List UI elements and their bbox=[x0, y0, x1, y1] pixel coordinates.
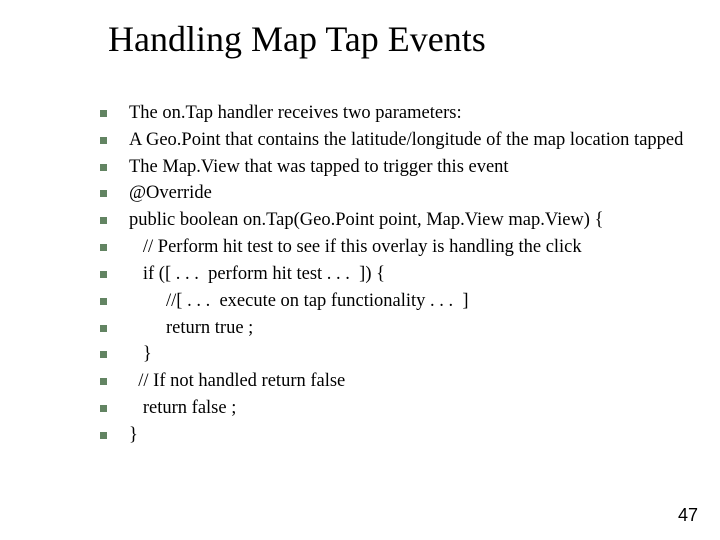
square-bullet-icon bbox=[100, 298, 107, 305]
line-text: A Geo.Point that contains the latitude/l… bbox=[129, 127, 683, 154]
square-bullet-icon bbox=[100, 244, 107, 251]
slide: Handling Map Tap Events The on.Tap handl… bbox=[0, 0, 720, 540]
line-text: } bbox=[129, 341, 152, 368]
line-text: // Perform hit test to see if this overl… bbox=[129, 234, 582, 261]
square-bullet-icon bbox=[100, 405, 107, 412]
line-text: } bbox=[129, 422, 138, 449]
line-text: The Map.View that was tapped to trigger … bbox=[129, 154, 509, 181]
slide-body: The on.Tap handler receives two paramete… bbox=[100, 100, 690, 449]
square-bullet-icon bbox=[100, 164, 107, 171]
bullet-line: } bbox=[100, 422, 690, 449]
bullet-line: // Perform hit test to see if this overl… bbox=[100, 234, 690, 261]
bullet-line: @Override bbox=[100, 180, 690, 207]
bullet-line: } bbox=[100, 341, 690, 368]
bullet-line: return false ; bbox=[100, 395, 690, 422]
line-text: // If not handled return false bbox=[129, 368, 345, 395]
bullet-line: The Map.View that was tapped to trigger … bbox=[100, 154, 690, 181]
square-bullet-icon bbox=[100, 378, 107, 385]
bullet-line: return true ; bbox=[100, 315, 690, 342]
page-number: 47 bbox=[678, 505, 698, 526]
square-bullet-icon bbox=[100, 217, 107, 224]
slide-title: Handling Map Tap Events bbox=[108, 18, 486, 60]
line-text: if ([ . . . perform hit test . . . ]) { bbox=[129, 261, 385, 288]
square-bullet-icon bbox=[100, 325, 107, 332]
bullet-line: //[ . . . execute on tap functionality .… bbox=[100, 288, 690, 315]
bullet-line: A Geo.Point that contains the latitude/l… bbox=[100, 127, 690, 154]
line-text: public boolean on.Tap(Geo.Point point, M… bbox=[129, 207, 603, 234]
bullet-line: public boolean on.Tap(Geo.Point point, M… bbox=[100, 207, 690, 234]
bullet-line: The on.Tap handler receives two paramete… bbox=[100, 100, 690, 127]
line-text: //[ . . . execute on tap functionality .… bbox=[129, 288, 469, 315]
square-bullet-icon bbox=[100, 137, 107, 144]
line-text: @Override bbox=[129, 180, 212, 207]
square-bullet-icon bbox=[100, 190, 107, 197]
bullet-line: // If not handled return false bbox=[100, 368, 690, 395]
square-bullet-icon bbox=[100, 432, 107, 439]
square-bullet-icon bbox=[100, 110, 107, 117]
line-text: return false ; bbox=[129, 395, 236, 422]
square-bullet-icon bbox=[100, 351, 107, 358]
bullet-line: if ([ . . . perform hit test . . . ]) { bbox=[100, 261, 690, 288]
line-text: The on.Tap handler receives two paramete… bbox=[129, 100, 462, 127]
square-bullet-icon bbox=[100, 271, 107, 278]
line-text: return true ; bbox=[129, 315, 253, 342]
